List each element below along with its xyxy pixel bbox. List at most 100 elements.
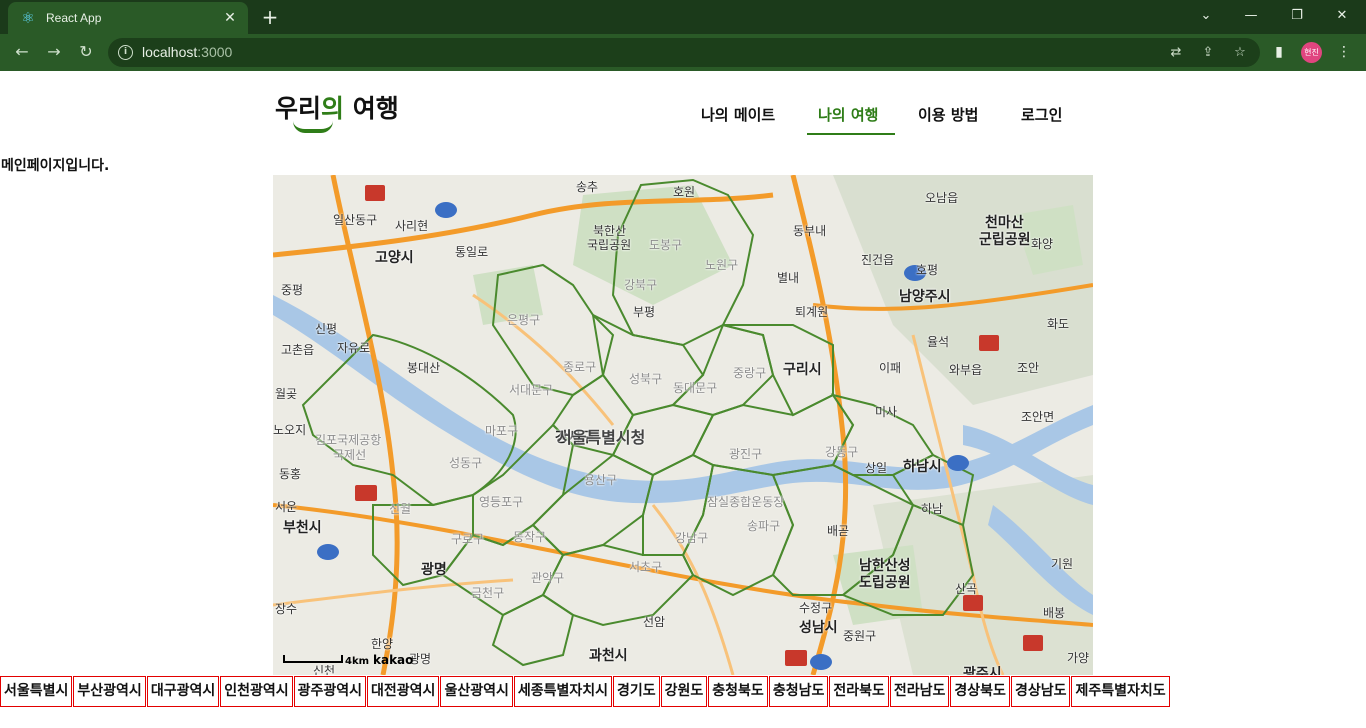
region-button[interactable]: 경기도	[613, 676, 660, 707]
back-icon[interactable]: ←	[10, 40, 34, 64]
map-label: 잠실종합운동장	[707, 495, 785, 509]
map-label: 강남구	[675, 531, 709, 545]
close-tab-icon[interactable]: ✕	[220, 8, 240, 28]
map-label: 중랑구	[733, 366, 767, 380]
map-label: 부평	[633, 305, 656, 319]
side-panel-icon[interactable]: ▮	[1268, 41, 1290, 63]
map-label: 조안면	[1021, 410, 1055, 424]
close-window-icon[interactable]: ✕	[1328, 4, 1356, 28]
map-label: 동작구	[513, 530, 547, 544]
region-button[interactable]: 울산광역시	[440, 676, 513, 707]
tab-search-icon[interactable]: ⌄	[1192, 4, 1220, 28]
map-label: 용산구	[584, 473, 618, 487]
kakao-attribution: kakao	[373, 653, 414, 667]
map-label: 자유로	[337, 341, 371, 355]
map-label: 중평	[281, 283, 304, 297]
map-label: 오남읍	[925, 191, 959, 205]
nav-my-trip[interactable]: 나의 여행	[818, 104, 878, 125]
nav-how-to-use[interactable]: 이용 방법	[918, 104, 978, 125]
region-button[interactable]: 제주특별자치도	[1071, 676, 1170, 707]
map-label: 동부내	[793, 224, 827, 238]
region-button[interactable]: 서울특별시	[0, 676, 73, 707]
map-label: 배봉	[1043, 606, 1066, 620]
map-label: 일산동구	[333, 213, 378, 227]
site-info-icon[interactable]: i	[118, 45, 133, 60]
map-label: 성동구	[449, 456, 483, 470]
minimize-icon[interactable]: —	[1237, 4, 1265, 28]
bookmark-star-icon[interactable]: ☆	[1230, 44, 1250, 62]
browser-tab-strip: ⚛ React App ✕ + ⌄ — ❐ ✕	[0, 0, 1366, 34]
map-label: 율석	[927, 335, 950, 349]
forward-icon[interactable]: →	[42, 40, 66, 64]
browser-toolbar: ← → ↻ i localhost:3000 ⇄ ⇪ ☆ ▮ 현진 ⋮	[0, 34, 1366, 71]
map-label: 남양주시	[899, 289, 951, 305]
region-button[interactable]: 경상북도	[950, 676, 1010, 707]
map-label: 영등포구	[479, 495, 524, 509]
region-button[interactable]: 세종특별자치시	[513, 676, 613, 707]
map-label: 배곧	[827, 524, 850, 538]
seoul-map[interactable]: 일산동구 고양시 사리현 통일로 송추 호원 오남읍 천마산 군립공원 북한산 …	[273, 175, 1093, 675]
map-label: 광진구	[729, 447, 763, 461]
reload-icon[interactable]: ↻	[74, 40, 98, 64]
map-label: 산곡	[955, 582, 978, 596]
region-button[interactable]: 대전광역시	[367, 676, 440, 707]
map-label: 진건읍	[861, 253, 895, 267]
region-button[interactable]: 전라남도	[889, 676, 950, 707]
translate-icon[interactable]: ⇄	[1166, 44, 1186, 62]
map-label: 신월	[389, 502, 412, 516]
site-logo[interactable]: 우리의 여행	[275, 89, 399, 133]
map-label: 강북구	[624, 278, 658, 292]
region-button[interactable]: 대구광역시	[146, 676, 220, 707]
map-label: 이패	[879, 361, 902, 375]
map-label: 고촌읍	[281, 343, 315, 357]
nav-login[interactable]: 로그인	[1021, 104, 1062, 125]
new-tab-icon[interactable]: +	[258, 6, 282, 28]
map-label: 사리현	[395, 219, 429, 233]
map-label: 신천	[313, 664, 336, 675]
region-button[interactable]: 부산광역시	[73, 676, 146, 707]
map-label: 금천구	[471, 586, 505, 600]
page-heading: 메인페이지입니다.	[1, 158, 110, 174]
map-label: 부천시	[283, 520, 322, 536]
map-label: 봉대산	[407, 361, 441, 375]
address-bar[interactable]: i localhost:3000 ⇄ ⇪ ☆	[108, 38, 1260, 67]
map-scale-bar	[283, 655, 343, 663]
map-label: 동홍	[279, 467, 302, 481]
profile-avatar[interactable]: 현진	[1301, 42, 1322, 63]
region-button[interactable]: 강원도	[660, 676, 708, 707]
share-icon[interactable]: ⇪	[1198, 44, 1218, 62]
map-label: 수정구	[799, 601, 833, 615]
seoul-city-hall-label: 서울특별시청	[557, 428, 646, 447]
url-text: localhost:3000	[142, 44, 233, 60]
map-label: 조안	[1017, 361, 1040, 375]
map-label: 송파구	[747, 519, 781, 533]
map-label: 고양시	[375, 250, 414, 266]
page: 우리의 여행 나의 메이트 나의 여행 이용 방법 로그인 메인페이지입니다.	[0, 71, 1366, 728]
region-button[interactable]: 인천광역시	[220, 676, 293, 707]
region-button[interactable]: 충청북도	[708, 676, 768, 707]
map-label: 상일	[865, 461, 888, 475]
map-label: 화도	[1047, 317, 1070, 331]
react-logo-icon: ⚛	[21, 9, 35, 27]
map-label: 종로구	[563, 360, 597, 374]
map-label: 동대문구	[673, 381, 718, 395]
map-label: 서초구	[629, 560, 663, 574]
browser-tab[interactable]: ⚛ React App ✕	[8, 2, 248, 34]
nav-my-mate[interactable]: 나의 메이트	[701, 104, 775, 125]
region-button[interactable]: 충청남도	[768, 676, 829, 707]
region-button[interactable]: 광주광역시	[293, 676, 367, 707]
map-label: 도봉구	[649, 238, 683, 252]
region-button[interactable]: 경상남도	[1010, 676, 1071, 707]
restore-icon[interactable]: ❐	[1283, 4, 1311, 28]
region-button[interactable]: 전라북도	[829, 676, 889, 707]
map-label: 은평구	[507, 313, 541, 327]
map-label: 화양	[1031, 237, 1054, 251]
region-button-list: 서울특별시 부산광역시 대구광역시 인천광역시 광주광역시 대전광역시 울산광역…	[0, 676, 1171, 707]
menu-dots-icon[interactable]: ⋮	[1333, 41, 1355, 63]
map-label: 선암	[643, 615, 666, 629]
tab-title: React App	[46, 11, 102, 25]
map-label: 구리시	[783, 362, 822, 378]
logo-text: 우리의 여행	[275, 94, 399, 123]
map-label: 송추	[576, 180, 599, 194]
map-label: 노오지	[273, 423, 307, 437]
